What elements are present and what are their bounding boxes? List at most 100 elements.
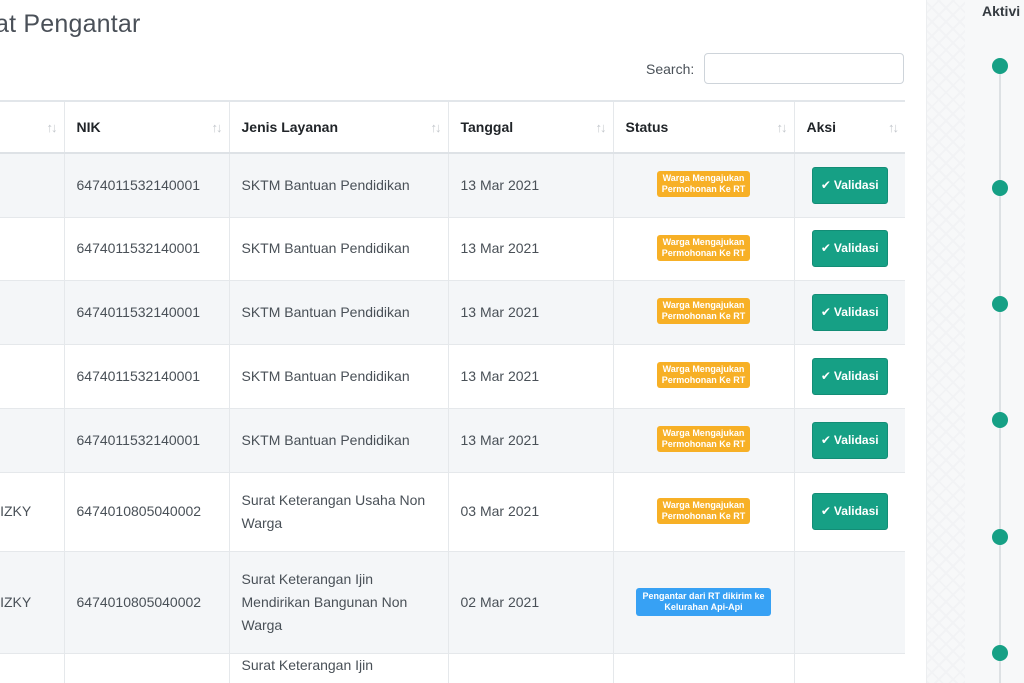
tanggal-text: 13 Mar 2021 (460, 176, 540, 193)
check-icon: ✔ (820, 177, 831, 192)
page-title: at Pengantar (0, 10, 141, 38)
check-icon: ✔ (820, 368, 831, 383)
sort-arrows-icon[interactable]: ↑↓ (888, 120, 899, 135)
status-line-2: Kelurahan Api-Api (664, 601, 743, 612)
cell-nama (0, 343, 64, 408)
validasi-label: Validasi (833, 432, 879, 447)
table-row: 6474011532140001 SKTM Bantuan Pendidikan 1… (0, 152, 905, 217)
col-header-tanggal[interactable]: Tanggal ↑↓ (447, 100, 613, 154)
status-line-2: Permohonan Ke RT (661, 311, 746, 321)
cell-aksi: ✔ Validasi (793, 343, 905, 408)
cell-status: Warga Mengajukan Permohonan Ke RT (612, 216, 794, 280)
jenis-layanan-text: Surat Keterangan Ijin Mendirikan Banguna… (241, 570, 408, 633)
col-header-nik[interactable]: NIK ↑↓ (63, 100, 229, 154)
table-header-row: ↑↓ NIK ↑↓ Jenis Layanan ↑↓ Tanggal ↑↓ Status ↑↓ A… (0, 100, 905, 154)
cell-nik: 6474011532140001 (63, 279, 229, 344)
validasi-button[interactable]: ✔ Validasi (811, 421, 888, 459)
table-row: Surat Keterangan Ijin (0, 652, 905, 683)
validasi-button[interactable]: ✔ Validasi (811, 293, 888, 331)
data-table-wrapper: ↑↓ NIK ↑↓ Jenis Layanan ↑↓ Tanggal ↑↓ Status ↑↓ A… (0, 100, 905, 683)
status-line-1: Warga Mengajukan (662, 300, 745, 310)
status-line-1: Warga Mengajukan (662, 364, 745, 374)
table-row: RIZKY 6474010805040002 Surat Keterangan Us… (0, 471, 905, 551)
cell-nik: 6474011532140001 (63, 343, 229, 408)
cell-aksi (793, 652, 905, 683)
cell-tanggal (447, 652, 613, 683)
cell-tanggal: 13 Mar 2021 (447, 279, 613, 344)
sort-arrows-icon[interactable]: ↑↓ (596, 120, 607, 135)
timeline-dot (992, 58, 1008, 74)
table-row: 6474011532140001 SKTM Bantuan Pendidikan 1… (0, 343, 905, 408)
nik-text: 6474011532140001 (76, 303, 201, 320)
activity-panel: Aktivi (926, 0, 1024, 683)
sort-arrows-icon[interactable]: ↑↓ (47, 120, 58, 135)
cell-status: Warga Mengajukan Permohonan Ke RT (612, 279, 794, 344)
table-body: 6474011532140001 SKTM Bantuan Pendidikan 1… (0, 152, 905, 683)
validasi-button[interactable]: ✔ Validasi (811, 166, 888, 204)
status-line-2: Permohonan Ke RT (661, 439, 746, 449)
cell-jenis-layanan: SKTM Bantuan Pendidikan (228, 343, 448, 408)
cell-aksi: ✔ Validasi (793, 279, 905, 344)
cell-nama (0, 216, 64, 280)
validasi-button[interactable]: ✔ Validasi (811, 493, 888, 530)
nik-text: 6474011532140001 (76, 176, 201, 193)
validasi-label: Validasi (833, 241, 879, 255)
status-line-1: Pengantar dari RT dikirim ke (642, 590, 765, 601)
cell-nik: 6474010805040002 (63, 471, 229, 551)
cell-tanggal: 02 Mar 2021 (447, 550, 613, 653)
cell-nik: 6474010805040002 (63, 550, 229, 653)
col-header-jenis-layanan[interactable]: Jenis Layanan ↑↓ (228, 100, 448, 154)
status-badge: Warga Mengajukan Permohonan Ke RT (656, 497, 751, 524)
cell-aksi (793, 550, 905, 653)
cell-nama (0, 279, 64, 344)
status-line-1: Warga Mengajukan (662, 236, 745, 247)
check-icon: ✔ (820, 241, 831, 255)
jenis-layanan-text: SKTM Bantuan Pendidikan (241, 303, 410, 320)
cell-jenis-layanan: SKTM Bantuan Pendidikan (228, 279, 448, 344)
cell-jenis-layanan: Surat Keterangan Ijin Mendirikan Banguna… (228, 550, 448, 653)
cell-status: Warga Mengajukan Permohonan Ke RT (612, 471, 794, 551)
timeline-dot (992, 296, 1008, 312)
sort-arrows-icon[interactable]: ↑↓ (212, 120, 223, 135)
col-header-nama[interactable]: ↑↓ (0, 100, 64, 154)
cell-jenis-layanan: Surat Keterangan Usaha Non Warga (228, 471, 448, 551)
status-badge: Warga Mengajukan Permohonan Ke RT (656, 298, 751, 324)
validasi-button[interactable]: ✔ Validasi (811, 230, 888, 267)
tanggal-text: 13 Mar 2021 (460, 240, 540, 256)
cell-aksi: ✔ Validasi (793, 407, 905, 472)
validasi-label: Validasi (833, 368, 879, 383)
jenis-layanan-text: SKTM Bantuan Pendidikan (241, 240, 410, 256)
status-line-2: Permohonan Ke RT (661, 375, 746, 385)
validasi-label: Validasi (833, 504, 879, 518)
check-icon: ✔ (820, 304, 831, 319)
column-label: Aksi (806, 119, 837, 135)
cell-status: Pengantar dari RT dikirim ke Kelurahan Ap… (612, 550, 794, 653)
column-label: NIK (76, 119, 101, 135)
col-header-aksi[interactable]: Aksi ↑↓ (793, 100, 905, 154)
cell-jenis-layanan: SKTM Bantuan Pendidikan (228, 216, 448, 280)
cell-status: Warga Mengajukan Permohonan Ke RT (612, 407, 794, 472)
sort-arrows-icon[interactable]: ↑↓ (431, 120, 442, 135)
nama-text: RIZKY (0, 593, 32, 610)
status-line-2: Permohonan Ke RT (661, 184, 746, 195)
nik-text: 6474011532140001 (76, 240, 201, 256)
cell-nama (0, 407, 64, 472)
cell-status: Warga Mengajukan Permohonan Ke RT (612, 343, 794, 408)
col-header-status[interactable]: Status ↑↓ (612, 100, 794, 154)
sort-arrows-icon[interactable]: ↑↓ (777, 120, 788, 135)
cell-nik: 6474011532140001 (63, 216, 229, 280)
cell-tanggal: 13 Mar 2021 (447, 343, 613, 408)
jenis-layanan-text: Surat Keterangan Ijin (241, 656, 374, 673)
cell-aksi: ✔ Validasi (793, 216, 905, 280)
status-line-2: Permohonan Ke RT (661, 247, 746, 258)
status-line-1: Warga Mengajukan (662, 499, 745, 510)
cell-nik: 6474011532140001 (63, 152, 229, 217)
tanggal-text: 13 Mar 2021 (460, 367, 540, 384)
validasi-button[interactable]: ✔ Validasi (811, 357, 888, 395)
cell-nama: RIZKY (0, 550, 64, 653)
surat-pengantar-card: at Pengantar Search: ↑↓ NIK ↑↓ Jenis Layana… (0, 0, 926, 683)
cell-status: Warga Mengajukan Permohonan Ke RT (612, 152, 794, 217)
search-input[interactable] (704, 53, 904, 84)
nik-text: 6474011532140001 (76, 431, 201, 448)
cell-nama: RIZKY (0, 471, 64, 551)
